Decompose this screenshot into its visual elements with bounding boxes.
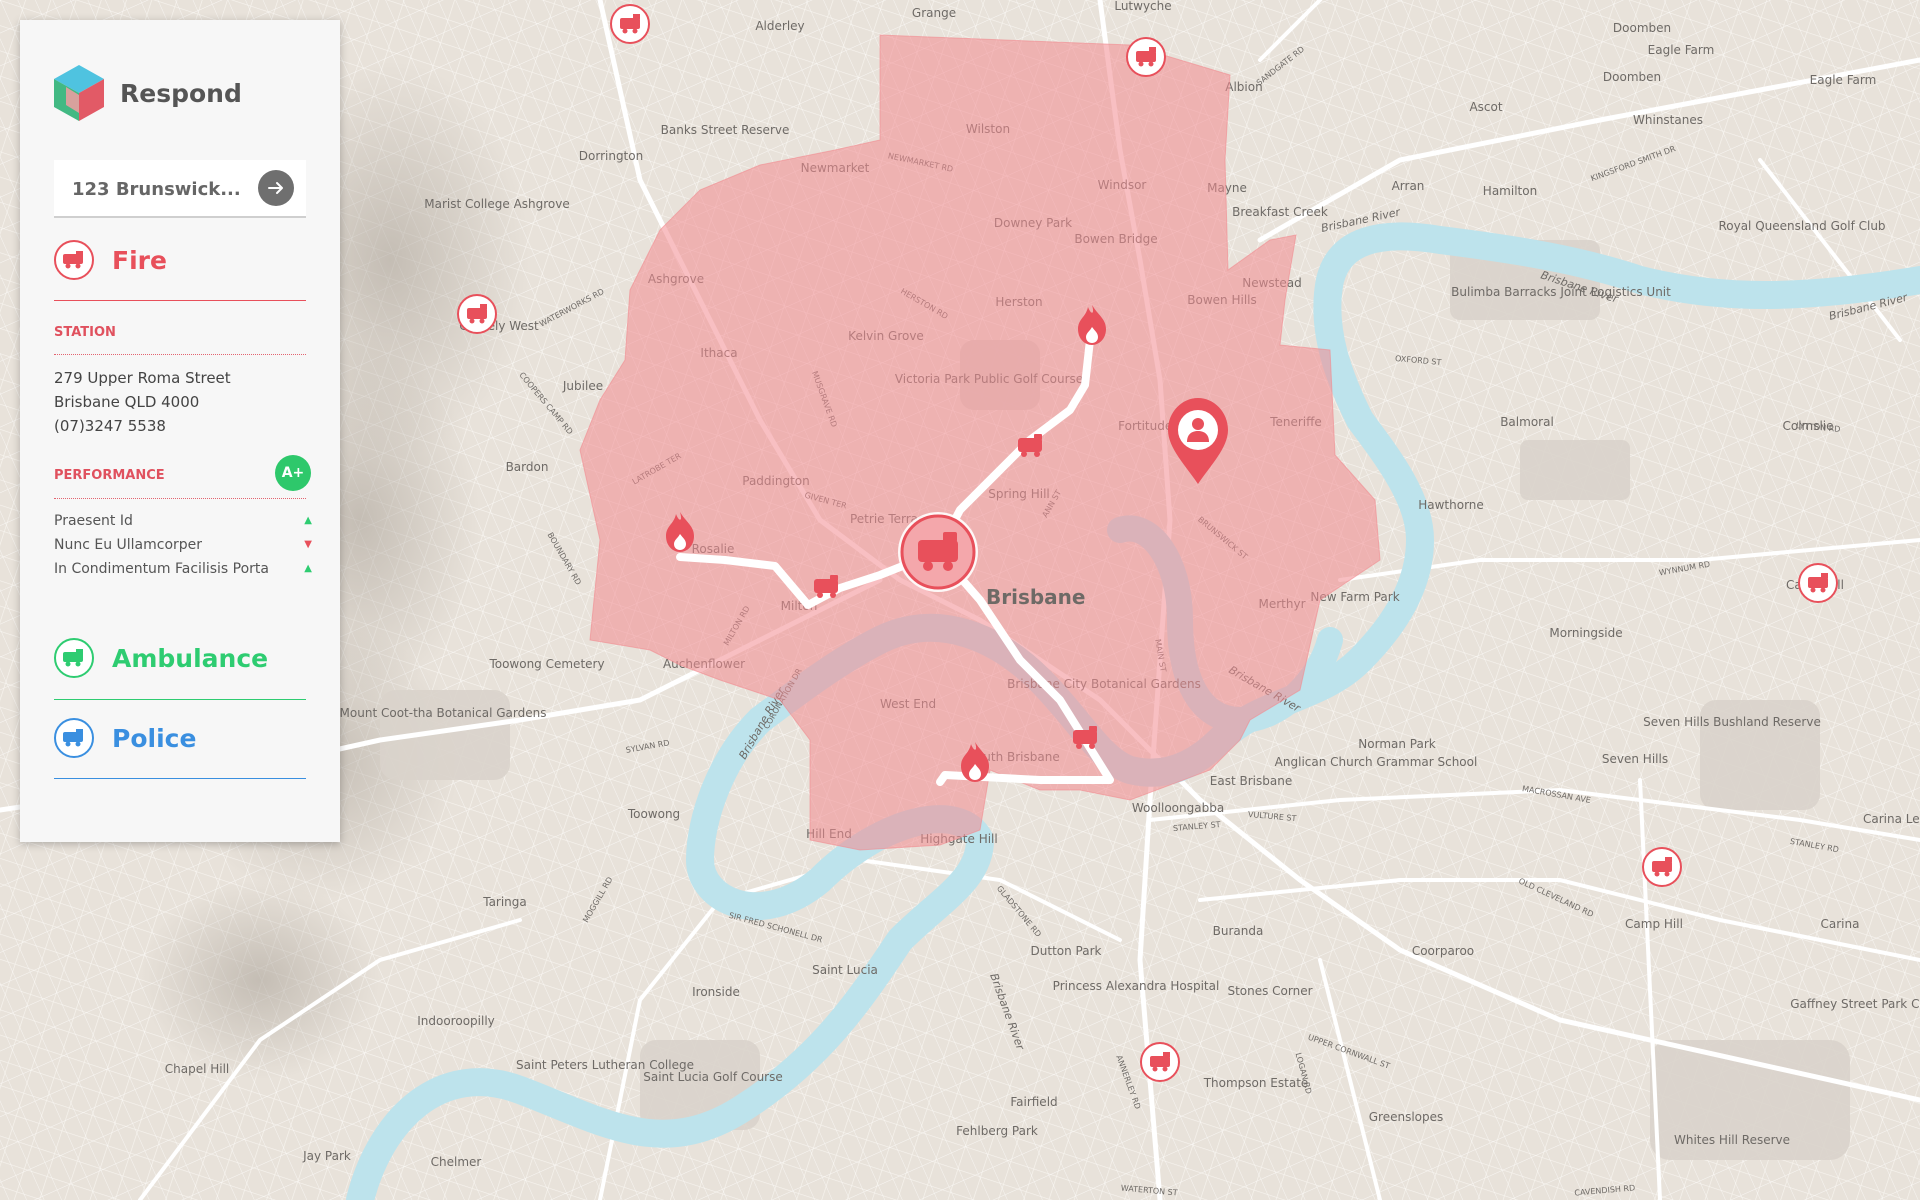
place-label: Hamilton [1483, 184, 1537, 198]
place-label: Carina Lea [1863, 812, 1920, 826]
trend-up-icon: ▲ [304, 515, 312, 526]
place-label: Princess Alexandra Hospital [1053, 979, 1220, 993]
place-label: Jubilee [562, 379, 603, 393]
place-label: Alderley [755, 19, 804, 33]
police-car-icon [54, 718, 94, 758]
station-title: STATION [54, 325, 116, 340]
performance-metric: Nunc Eu Ullamcorper ▼ [54, 537, 316, 559]
divider [54, 354, 306, 355]
search-submit-button[interactable] [258, 170, 294, 206]
place-label: Arran [1392, 179, 1425, 193]
fire-station-marker[interactable] [1140, 1042, 1180, 1082]
place-label: Balmoral [1500, 415, 1554, 429]
place-label: Saint Lucia [812, 963, 878, 977]
fire-station-marker[interactable] [1126, 37, 1166, 77]
arrow-right-icon [268, 182, 283, 194]
search-box [54, 160, 306, 218]
place-label: Greenslopes [1369, 1110, 1444, 1124]
place-label: Anglican Church Grammar School [1275, 755, 1478, 769]
place-label: Jay Park [302, 1149, 351, 1163]
service-label: Police [112, 723, 197, 753]
place-label: Chelmer [431, 1155, 482, 1169]
ambulance-icon [54, 638, 94, 678]
place-label: Coorparoo [1412, 944, 1474, 958]
performance-metric: Praesent Id ▲ [54, 513, 316, 535]
place-label: Morningside [1549, 626, 1622, 640]
service-label: Ambulance [112, 643, 269, 673]
divider [54, 778, 306, 779]
place-label: Buranda [1213, 924, 1264, 938]
station-phone: (07)3247 5538 [54, 417, 166, 435]
place-label: Norman Park [1358, 737, 1435, 751]
address-line: 279 Upper Roma Street [54, 369, 231, 387]
trend-down-icon: ▼ [304, 539, 312, 550]
place-label: Saint Lucia Golf Course [643, 1070, 783, 1084]
place-label: Grange [912, 6, 956, 20]
app-name: Respond [120, 78, 242, 108]
search-input[interactable] [70, 168, 254, 210]
divider [54, 300, 306, 301]
place-label: Dorrington [579, 149, 643, 163]
place-label: Woolloongabba [1132, 801, 1224, 815]
place-label: Seven Hills Bushland Reserve [1643, 715, 1821, 729]
place-label: Thompson Estate [1203, 1076, 1309, 1090]
place-label: Taringa [482, 895, 527, 909]
place-label: Ascot [1469, 100, 1502, 114]
performance-title: PERFORMANCE [54, 468, 165, 483]
place-label: Dutton Park [1031, 944, 1102, 958]
place-label: Whites Hill Reserve [1674, 1133, 1790, 1147]
logo-icon [54, 65, 104, 121]
place-label: Lutwyche [1114, 0, 1171, 13]
place-label: Hawthorne [1418, 498, 1484, 512]
selected-fire-station-marker[interactable] [898, 512, 978, 592]
place-label: Bardon [506, 460, 549, 474]
fire-station-marker[interactable] [457, 294, 497, 334]
place-label: Banks Street Reserve [661, 123, 790, 137]
place-label: Royal Queensland Golf Club [1718, 219, 1885, 233]
place-label: Eagle Farm [1810, 73, 1877, 87]
service-police[interactable]: Police [54, 718, 306, 758]
metric-label: Nunc Eu Ullamcorper [54, 537, 203, 553]
metric-label: Praesent Id [54, 513, 133, 529]
city-label: Brisbane [986, 585, 1085, 609]
trend-up-icon: ▲ [304, 563, 312, 574]
service-fire[interactable]: Fire [54, 240, 306, 280]
place-label: Eagle Farm [1648, 43, 1715, 57]
place-label: Ironside [692, 985, 740, 999]
address-line: Brisbane QLD 4000 [54, 393, 200, 411]
fire-station-marker[interactable] [1642, 847, 1682, 887]
place-label: Indooroopilly [417, 1014, 495, 1028]
place-label: Fehlberg Park [956, 1124, 1038, 1138]
fire-station-marker[interactable] [1798, 563, 1838, 603]
place-label: Seven Hills [1602, 752, 1668, 766]
place-label: Chapel Hill [165, 1062, 230, 1076]
service-ambulance[interactable]: Ambulance [54, 638, 306, 678]
place-label: Carina [1821, 917, 1860, 931]
place-label: Gaffney Street Park Carina Heights [1790, 997, 1920, 1011]
place-label: East Brisbane [1210, 774, 1292, 788]
brand: Respond [54, 65, 242, 121]
place-label: Stones Corner [1227, 984, 1312, 998]
fire-truck-icon [54, 240, 94, 280]
place-label: Mount Coot-tha Botanical Gardens [340, 706, 547, 720]
metric-label: In Condimentum Facilisis Porta [54, 561, 269, 577]
place-label: Breakfast Creek [1232, 205, 1328, 219]
service-label: Fire [112, 245, 167, 275]
station-address: 279 Upper Roma Street Brisbane QLD 4000 … [54, 366, 231, 438]
place-label: Doomben [1613, 21, 1671, 35]
place-label: Marist College Ashgrove [424, 197, 570, 211]
performance-grade-badge: A+ [275, 455, 311, 491]
place-label: Doomben [1603, 70, 1661, 84]
place-label: Toowong Cemetery [488, 657, 604, 671]
place-label: Fairfield [1010, 1095, 1057, 1109]
place-label: Whinstanes [1633, 113, 1703, 127]
place-label: Camp Hill [1625, 917, 1683, 931]
place-label: Toowong [627, 807, 680, 821]
performance-metric: In Condimentum Facilisis Porta ▲ [54, 561, 316, 583]
fire-station-marker[interactable] [610, 4, 650, 44]
divider [54, 498, 306, 499]
divider [54, 699, 306, 700]
